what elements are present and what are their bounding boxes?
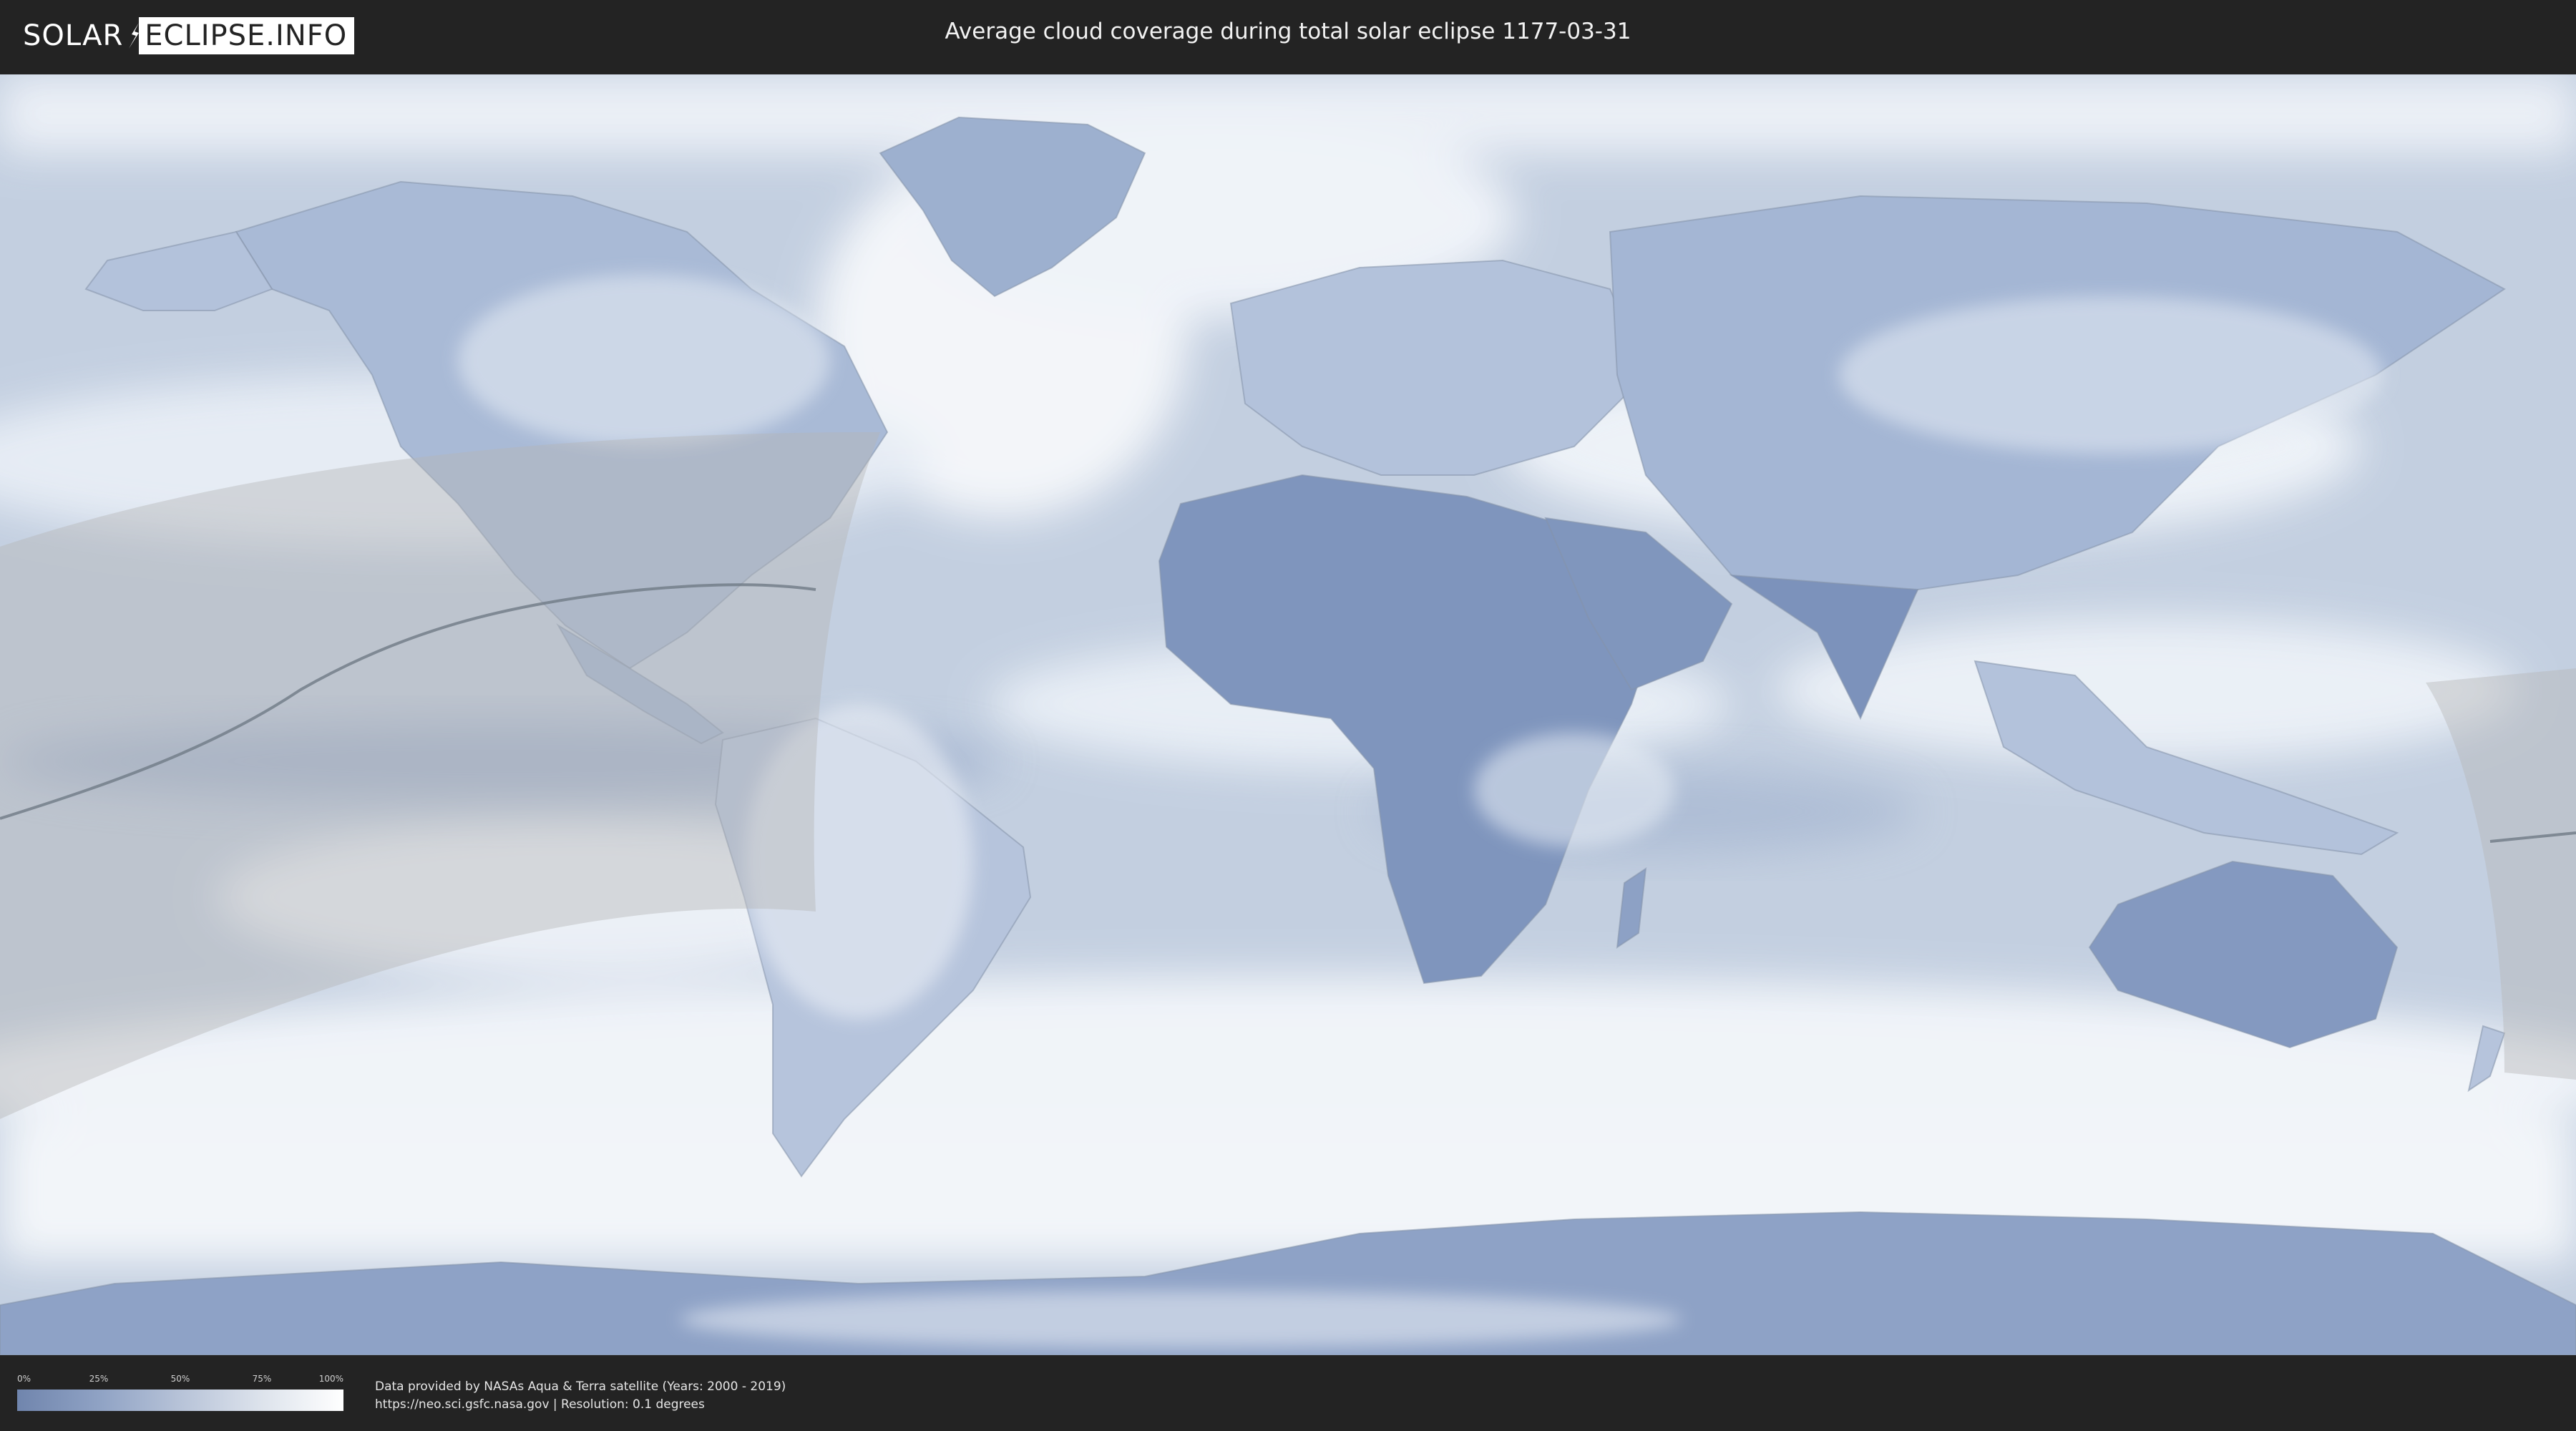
legend-tick-50: 50%	[170, 1374, 190, 1384]
legend-tick-75: 75%	[252, 1374, 272, 1384]
legend-ticks: 0% 25% 50% 75% 100%	[17, 1374, 343, 1387]
attribution-line-2[interactable]: https://neo.sci.gsfc.nasa.gov | Resoluti…	[375, 1396, 786, 1414]
page-title: Average cloud coverage during total sola…	[945, 19, 1631, 44]
header-bar: SOLAR ECLIPSE.INFO Average cloud coverag…	[0, 0, 2576, 72]
legend-tick-0: 0%	[17, 1374, 31, 1384]
cloud-legend: 0% 25% 50% 75% 100%	[17, 1374, 343, 1411]
data-attribution: Data provided by NASAs Aqua & Terra sate…	[375, 1378, 786, 1414]
attribution-line-1: Data provided by NASAs Aqua & Terra sate…	[375, 1379, 786, 1394]
legend-gradient-bar	[17, 1390, 343, 1411]
footer-bar: 0% 25% 50% 75% 100% Data provided by NAS…	[0, 1357, 2576, 1431]
legend-tick-25: 25%	[89, 1374, 109, 1384]
cloud-coverage-map[interactable]	[0, 74, 2576, 1355]
world-map-svg	[0, 74, 2576, 1355]
legend-tick-100: 100%	[318, 1374, 343, 1384]
